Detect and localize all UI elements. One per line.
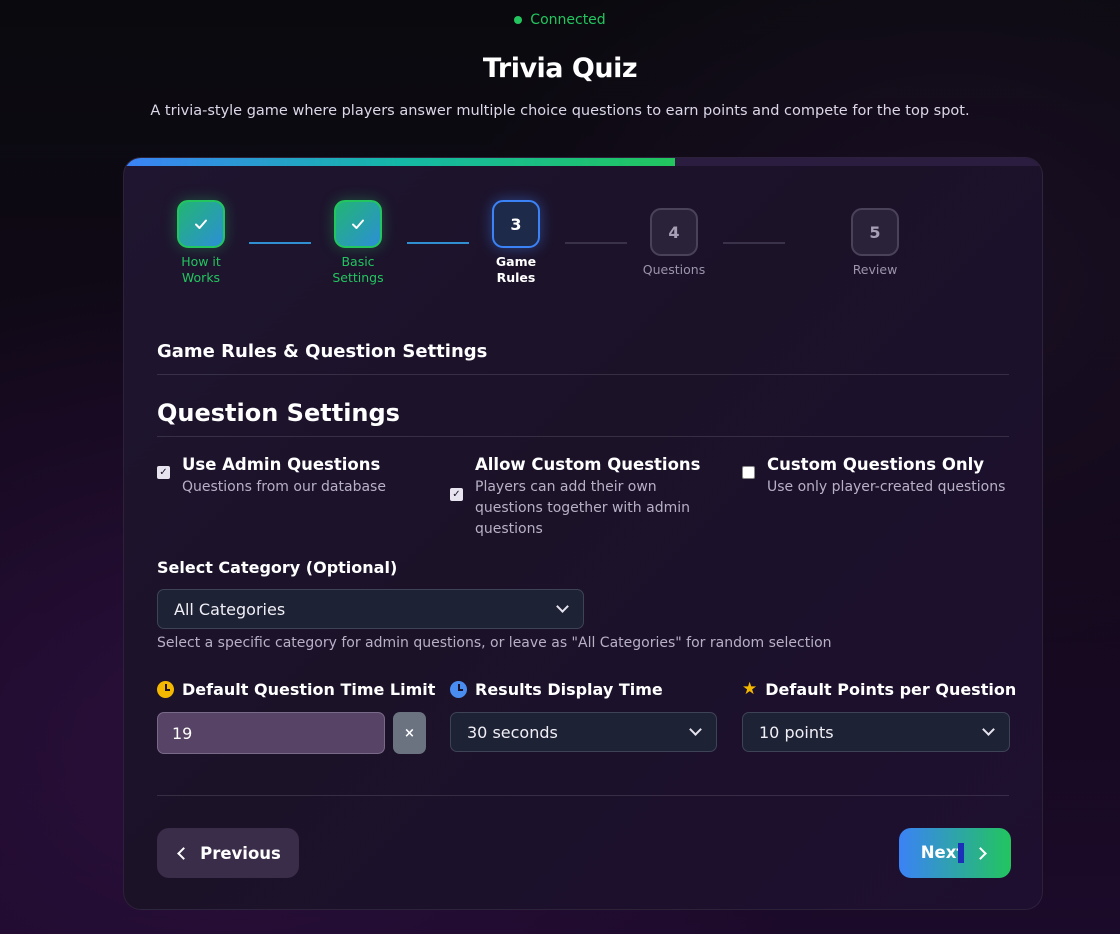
points-select[interactable]: 10 points [742, 712, 1010, 752]
step-basic-settings[interactable]: Basic Settings [298, 200, 418, 286]
check-icon [352, 219, 364, 229]
option-custom-questions-only[interactable]: Custom Questions Only Use only player-cr… [742, 454, 1022, 498]
chevron-down-icon [556, 600, 569, 613]
custom-questions-only-checkbox[interactable] [742, 466, 755, 479]
step-5-indicator: 5 [851, 208, 899, 256]
option-desc: Use only player-created questions [767, 479, 1006, 495]
step-2-indicator [334, 200, 382, 248]
option-title: Allow Custom Questions [475, 455, 701, 474]
page-title: Trivia Quiz [482, 53, 638, 84]
option-allow-custom-questions[interactable]: ✓ Allow Custom Questions Players can add… [450, 454, 720, 540]
divider [157, 436, 1009, 437]
step-connector [723, 242, 785, 244]
progress-fill [124, 158, 675, 166]
points-label-text: Default Points per Question [765, 680, 1017, 699]
points-label: ★ Default Points per Question [742, 680, 1016, 699]
check-icon [195, 219, 207, 229]
step-label: Basic Settings [332, 254, 384, 285]
option-title: Custom Questions Only [767, 455, 984, 474]
status-text: Connected [530, 12, 606, 28]
clock-icon [157, 681, 174, 698]
category-label: Select Category (Optional) [157, 558, 397, 577]
chevron-right-icon [974, 846, 988, 860]
results-time-label-text: Results Display Time [475, 680, 663, 699]
text-cursor [958, 843, 965, 864]
previous-label: Previous [200, 843, 281, 863]
step-questions[interactable]: 4 Questions [614, 208, 734, 278]
step-label: Questions [642, 262, 706, 277]
chevron-down-icon [982, 723, 995, 736]
wizard-card: How it Works Basic Settings 3 Game Rules… [123, 157, 1043, 910]
step-1-indicator [177, 200, 225, 248]
step-how-it-works[interactable]: How it Works [141, 200, 261, 286]
time-limit-value: 19 [172, 723, 193, 743]
step-review[interactable]: 5 Review [815, 208, 935, 278]
page-subtitle: A trivia-style game where players answer… [150, 103, 970, 119]
progress-bar [124, 158, 1042, 166]
results-time-select[interactable]: 30 seconds [450, 712, 717, 752]
points-value: 10 points [759, 722, 834, 742]
next-button[interactable]: Next [899, 828, 1011, 878]
step-label: Game Rules [495, 254, 537, 285]
step-game-rules[interactable]: 3 Game Rules [456, 200, 576, 286]
chevron-left-icon [177, 846, 190, 860]
category-label-text: Select Category (Optional) [157, 558, 398, 577]
step-3-indicator: 3 [492, 200, 540, 248]
option-desc: Questions from our database [182, 479, 386, 495]
results-time-label: Results Display Time [450, 680, 663, 699]
option-use-admin-questions[interactable]: ✓ Use Admin Questions Questions from our… [157, 454, 427, 498]
status-dot-icon [514, 16, 523, 24]
category-select[interactable]: All Categories [157, 589, 584, 629]
question-settings-title: Question Settings [157, 399, 400, 427]
clear-time-limit-button[interactable]: × [393, 712, 426, 754]
previous-button[interactable]: Previous [157, 828, 299, 878]
step-4-indicator: 4 [650, 208, 698, 256]
option-title: Use Admin Questions [182, 455, 381, 474]
connection-status: Connected [0, 12, 1120, 28]
use-admin-questions-checkbox[interactable]: ✓ [157, 466, 170, 479]
category-value: All Categories [174, 599, 286, 619]
results-time-value: 30 seconds [467, 722, 558, 742]
allow-custom-questions-checkbox[interactable]: ✓ [450, 488, 463, 501]
section-title: Game Rules & Question Settings [157, 341, 488, 362]
star-icon: ★ [742, 679, 758, 699]
clock-icon [450, 681, 467, 698]
chevron-down-icon [689, 723, 702, 736]
time-limit-input[interactable]: 19 [157, 712, 385, 754]
time-limit-label-text: Default Question Time Limit [182, 680, 436, 699]
option-desc: Players can add their own questions toge… [475, 479, 690, 537]
category-hint: Select a specific category for admin que… [157, 635, 832, 651]
step-label: How it Works [181, 254, 221, 285]
time-limit-label: Default Question Time Limit [157, 680, 435, 699]
divider [157, 795, 1009, 796]
divider [157, 374, 1009, 375]
step-label: Review [852, 262, 898, 277]
